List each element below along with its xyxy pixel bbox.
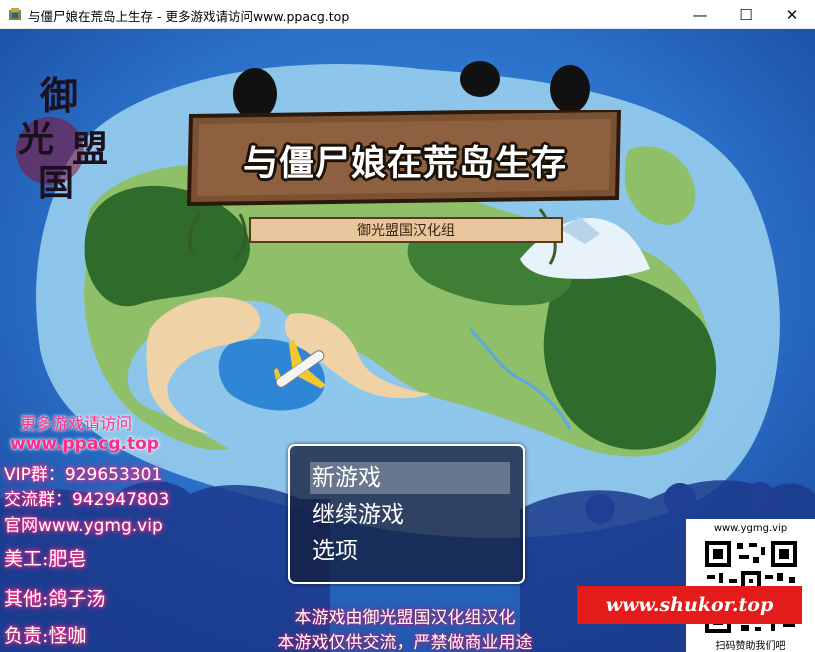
window-title: 与僵尸娘在荒岛上生存 - 更多游戏请访问www.ppacg.top: [28, 9, 350, 24]
guild-logo: 御 光 盟 国: [16, 73, 108, 204]
close-button[interactable]: ✕: [769, 0, 815, 29]
shukor-watermark[interactable]: www.shukor.top: [577, 586, 802, 624]
maximize-button[interactable]: ☐: [723, 0, 769, 29]
menu-continue[interactable]: 继续游戏: [310, 499, 510, 531]
title-menu: 新游戏 继续游戏 选项: [288, 444, 525, 584]
credit-line-2: 本游戏仅供交流，严禁做商业用途: [277, 633, 533, 652]
minimize-button[interactable]: —: [677, 0, 723, 29]
promo-other-credit: 其他:鸽子汤: [4, 588, 106, 610]
game-window: 与僵尸娘在荒岛上生存 - 更多游戏请访问www.ppacg.top — ☐ ✕: [0, 0, 815, 652]
promo-official-site: 官网www.ygmg.vip: [4, 516, 163, 536]
app-icon: [9, 8, 21, 20]
qr-url: www.ygmg.vip: [713, 523, 788, 534]
game-screen[interactable]: 与僵尸娘在荒岛生存 御光盟国汉化组 御 光 盟 国 新游戏 继续游戏 选项 更多…: [0, 29, 815, 652]
credit-line-1: 本游戏由御光盟国汉化组汉化: [294, 608, 516, 628]
title-bar[interactable]: 与僵尸娘在荒岛上生存 - 更多游戏请访问www.ppacg.top — ☐ ✕: [0, 0, 815, 29]
promo-site-link[interactable]: www.ppacg.top: [10, 434, 159, 454]
promo-lead-credit: 负责:怪咖: [4, 625, 87, 647]
promo-vip-group: VIP群：929653301: [4, 465, 163, 485]
logo-char-4: 国: [38, 162, 74, 204]
promo-art-credit: 美工:肥皂: [4, 548, 87, 570]
qr-caption: 扫码赞助我们吧: [715, 641, 786, 652]
logo-char-1: 御: [39, 73, 78, 118]
promo-more-games: 更多游戏请访问: [20, 414, 133, 433]
menu-new-game[interactable]: 新游戏: [310, 462, 510, 494]
menu-options[interactable]: 选项: [310, 535, 510, 567]
promo-chat-group: 交流群：942947803: [4, 490, 170, 510]
logo-char-2: 光: [18, 118, 54, 160]
logo-char-3: 盟: [72, 128, 108, 170]
subtitle: 御光盟国汉化组: [357, 223, 455, 239]
game-title: 与僵尸娘在荒岛生存: [242, 144, 567, 184]
